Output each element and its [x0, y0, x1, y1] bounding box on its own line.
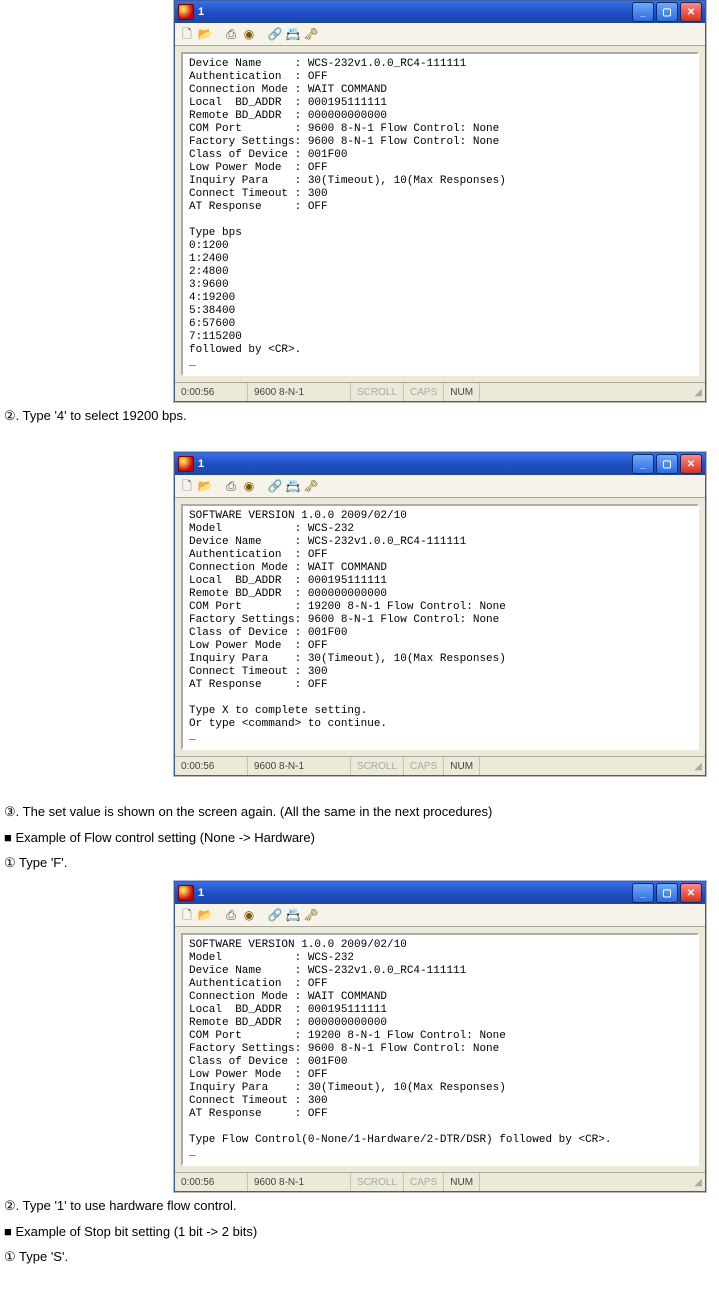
- print-icon[interactable]: ⎙: [223, 478, 239, 494]
- status-bar: 0:00:56 9600 8-N-1 SCROLL CAPS NUM ◢: [175, 382, 705, 401]
- app-icon: [178, 885, 194, 901]
- status-scroll: SCROLL: [351, 1173, 404, 1191]
- minimize-button[interactable]: _: [632, 2, 654, 22]
- terminal-window-2: 1 _ ▢ ✕ 🗋 📂 ⎙ ◉ 🔗 📇 🗝 SOFTWARE VERSION 1…: [174, 452, 706, 776]
- key-icon[interactable]: 🗝: [303, 478, 319, 494]
- terminal-window-1: 1 _ ▢ ✕ 🗋 📂 ⎙ ◉ 🔗 📇 🗝 Device Name : WCS-…: [174, 0, 706, 402]
- status-time: 0:00:56: [175, 1173, 248, 1191]
- terminal-text: Device Name : WCS-232v1.0.0_RC4-111111 A…: [189, 58, 691, 370]
- status-scroll: SCROLL: [351, 757, 404, 775]
- toolbar: 🗋 📂 ⎙ ◉ 🔗 📇 🗝: [175, 904, 705, 927]
- key-icon[interactable]: 🗝: [303, 26, 319, 42]
- flow-heading: ■ Example of Flow control setting (None …: [4, 830, 715, 845]
- status-caps: CAPS: [404, 757, 444, 775]
- window-title: 1: [198, 458, 204, 470]
- resize-grip-icon[interactable]: ◢: [688, 387, 705, 398]
- connect-icon[interactable]: 🔗: [267, 478, 283, 494]
- flow-step-1: ① Type 'F'.: [4, 855, 715, 871]
- minimize-button[interactable]: _: [632, 454, 654, 474]
- stop-heading: ■ Example of Stop bit setting (1 bit -> …: [4, 1224, 715, 1239]
- titlebar[interactable]: 1 _ ▢ ✕: [175, 1, 705, 23]
- status-bar: 0:00:56 9600 8-N-1 SCROLL CAPS NUM ◢: [175, 756, 705, 775]
- status-num: NUM: [444, 1173, 480, 1191]
- properties-icon[interactable]: 📇: [285, 26, 301, 42]
- new-icon[interactable]: 🗋: [179, 478, 195, 494]
- key-icon[interactable]: 🗝: [303, 907, 319, 923]
- stop-step-1: ① Type 'S'.: [4, 1249, 715, 1265]
- resize-grip-icon[interactable]: ◢: [688, 1177, 705, 1188]
- new-icon[interactable]: 🗋: [179, 26, 195, 42]
- status-caps: CAPS: [404, 383, 444, 401]
- status-num: NUM: [444, 383, 480, 401]
- flow-step-2: ②. Type '1' to use hardware flow control…: [4, 1198, 715, 1214]
- terminal-pane[interactable]: SOFTWARE VERSION 1.0.0 2009/02/10 Model …: [181, 933, 699, 1166]
- step-3-text: ③. The set value is shown on the screen …: [4, 804, 715, 820]
- record-icon[interactable]: ◉: [241, 26, 257, 42]
- app-icon: [178, 456, 194, 472]
- toolbar: 🗋 📂 ⎙ ◉ 🔗 📇 🗝: [175, 23, 705, 46]
- app-icon: [178, 4, 194, 20]
- maximize-button[interactable]: ▢: [656, 2, 678, 22]
- terminal-pane[interactable]: SOFTWARE VERSION 1.0.0 2009/02/10 Model …: [181, 504, 699, 750]
- status-scroll: SCROLL: [351, 383, 404, 401]
- properties-icon[interactable]: 📇: [285, 907, 301, 923]
- window-title: 1: [198, 6, 204, 18]
- status-caps: CAPS: [404, 1173, 444, 1191]
- terminal-text: SOFTWARE VERSION 1.0.0 2009/02/10 Model …: [189, 939, 691, 1160]
- maximize-button[interactable]: ▢: [656, 454, 678, 474]
- status-bar: 0:00:56 9600 8-N-1 SCROLL CAPS NUM ◢: [175, 1172, 705, 1191]
- status-mode: 9600 8-N-1: [248, 1173, 351, 1191]
- terminal-window-3: 1 _ ▢ ✕ 🗋 📂 ⎙ ◉ 🔗 📇 🗝 SOFTWARE VERSION 1…: [174, 881, 706, 1192]
- status-time: 0:00:56: [175, 757, 248, 775]
- resize-grip-icon[interactable]: ◢: [688, 761, 705, 772]
- status-num: NUM: [444, 757, 480, 775]
- open-icon[interactable]: 📂: [197, 907, 213, 923]
- step-2-text: ②. Type '4' to select 19200 bps.: [4, 408, 715, 424]
- connect-icon[interactable]: 🔗: [267, 26, 283, 42]
- titlebar[interactable]: 1 _ ▢ ✕: [175, 882, 705, 904]
- titlebar[interactable]: 1 _ ▢ ✕: [175, 453, 705, 475]
- open-icon[interactable]: 📂: [197, 478, 213, 494]
- open-icon[interactable]: 📂: [197, 26, 213, 42]
- properties-icon[interactable]: 📇: [285, 478, 301, 494]
- maximize-button[interactable]: ▢: [656, 883, 678, 903]
- minimize-button[interactable]: _: [632, 883, 654, 903]
- terminal-text: SOFTWARE VERSION 1.0.0 2009/02/10 Model …: [189, 510, 691, 744]
- status-mode: 9600 8-N-1: [248, 757, 351, 775]
- print-icon[interactable]: ⎙: [223, 26, 239, 42]
- connect-icon[interactable]: 🔗: [267, 907, 283, 923]
- close-button[interactable]: ✕: [680, 2, 702, 22]
- record-icon[interactable]: ◉: [241, 478, 257, 494]
- close-button[interactable]: ✕: [680, 454, 702, 474]
- terminal-pane[interactable]: Device Name : WCS-232v1.0.0_RC4-111111 A…: [181, 52, 699, 376]
- window-title: 1: [198, 887, 204, 899]
- status-time: 0:00:56: [175, 383, 248, 401]
- toolbar: 🗋 📂 ⎙ ◉ 🔗 📇 🗝: [175, 475, 705, 498]
- status-mode: 9600 8-N-1: [248, 383, 351, 401]
- close-button[interactable]: ✕: [680, 883, 702, 903]
- new-icon[interactable]: 🗋: [179, 907, 195, 923]
- record-icon[interactable]: ◉: [241, 907, 257, 923]
- print-icon[interactable]: ⎙: [223, 907, 239, 923]
